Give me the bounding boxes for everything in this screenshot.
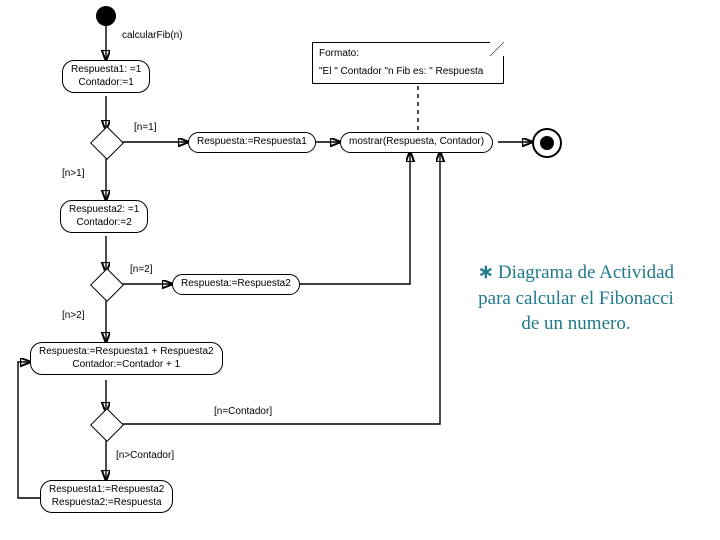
- note-formato: Formato: "El " Contador "n Fib es: " Res…: [312, 42, 504, 84]
- activity-mostrar-text: mostrar(Respuesta, Contador): [349, 136, 484, 147]
- activity-resp-eq-r1-text: Respuesta:=Respuesta1: [197, 136, 307, 147]
- final-node: [532, 128, 562, 158]
- guard-n-gt-1: [n>1]: [62, 168, 85, 179]
- guard-n-eq-contador: [n=Contador]: [214, 406, 272, 417]
- initial-node: [96, 6, 116, 26]
- activity-init2: Respuesta2: =1Contador:=2: [60, 200, 148, 233]
- asterisk-icon: ∗: [478, 262, 494, 283]
- caption-line2: para calcular el Fibonacci: [438, 286, 714, 312]
- decision-contador: [90, 408, 124, 442]
- guard-n-gt-contador: [n>Contador]: [116, 450, 174, 461]
- diagram-caption: ∗Diagrama de Actividad para calcular el …: [438, 260, 714, 337]
- note-title: Formato:: [319, 47, 497, 61]
- note-fold-icon: [490, 42, 504, 56]
- decision-n1: [90, 126, 124, 160]
- activity-mostrar: mostrar(Respuesta, Contador): [340, 132, 493, 153]
- activity-swap-text: Respuesta1:=Respuesta2Respuesta2:=Respue…: [49, 484, 164, 508]
- activity-loop-body: Respuesta:=Respuesta1 + Respuesta2Contad…: [30, 342, 223, 375]
- activity-resp-eq-r2-text: Respuesta:=Respuesta2: [181, 278, 291, 289]
- activity-resp-eq-r1: Respuesta:=Respuesta1: [188, 132, 316, 153]
- guard-n-gt-2: [n>2]: [62, 310, 85, 321]
- call-label: calcularFib(n): [122, 30, 183, 41]
- decision-n2: [90, 268, 124, 302]
- note-body: "El " Contador "n Fib es: " Respuesta: [319, 65, 497, 79]
- activity-init2-text: Respuesta2: =1Contador:=2: [69, 204, 139, 228]
- caption-line3: de un numero.: [438, 311, 714, 337]
- activity-loop-body-text: Respuesta:=Respuesta1 + Respuesta2Contad…: [39, 346, 214, 370]
- activity-diagram-canvas: calcularFib(n) Respuesta1: =1Contador:=1…: [0, 0, 720, 540]
- activity-init1: Respuesta1: =1Contador:=1: [62, 60, 150, 93]
- guard-n-eq-2: [n=2]: [130, 264, 153, 275]
- guard-n-eq-1: [n=1]: [134, 122, 157, 133]
- activity-swap: Respuesta1:=Respuesta2Respuesta2:=Respue…: [40, 480, 173, 513]
- activity-init1-text: Respuesta1: =1Contador:=1: [71, 64, 141, 88]
- caption-line1: Diagrama de Actividad: [498, 262, 674, 283]
- activity-resp-eq-r2: Respuesta:=Respuesta2: [172, 274, 300, 295]
